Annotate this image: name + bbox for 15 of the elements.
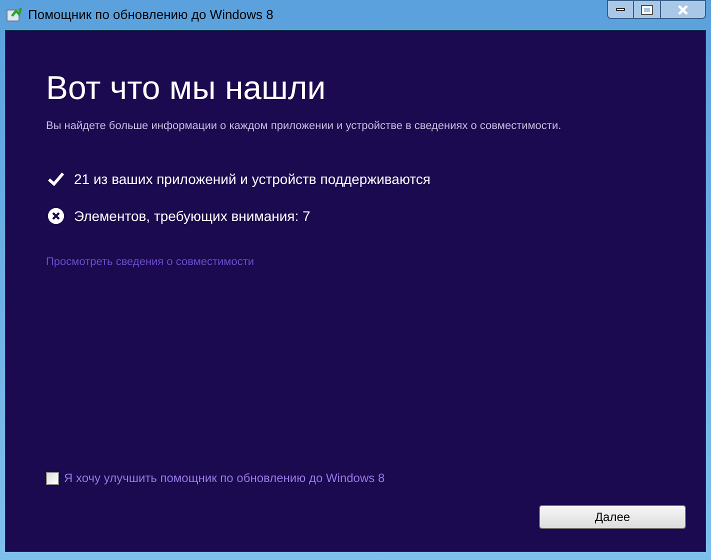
checkbox-label: Я хочу улучшить помощник по обновлению до Windows 8 bbox=[64, 470, 385, 487]
subtitle: Вы найдете больше информации о каждом приложении и устройстве в сведениях о совместимости. bbox=[46, 119, 562, 134]
result-text: 21 из ваших приложений и устройств поддерживаются bbox=[74, 170, 431, 189]
close-button[interactable] bbox=[660, 0, 706, 19]
app-icon bbox=[6, 7, 22, 23]
result-text: Элементов, требующих внимания: 7 bbox=[74, 206, 310, 226]
maximize-button[interactable] bbox=[634, 0, 660, 19]
error-icon bbox=[48, 208, 64, 224]
check-icon bbox=[48, 172, 64, 186]
close-icon bbox=[677, 4, 689, 14]
checkbox[interactable] bbox=[46, 472, 59, 484]
page-heading: Вот что мы нашли bbox=[46, 71, 327, 104]
window-title: Помощник по обновлению до Windows 8 bbox=[28, 6, 274, 24]
minimize-button[interactable] bbox=[607, 0, 634, 19]
next-button[interactable]: Далее bbox=[539, 505, 686, 529]
